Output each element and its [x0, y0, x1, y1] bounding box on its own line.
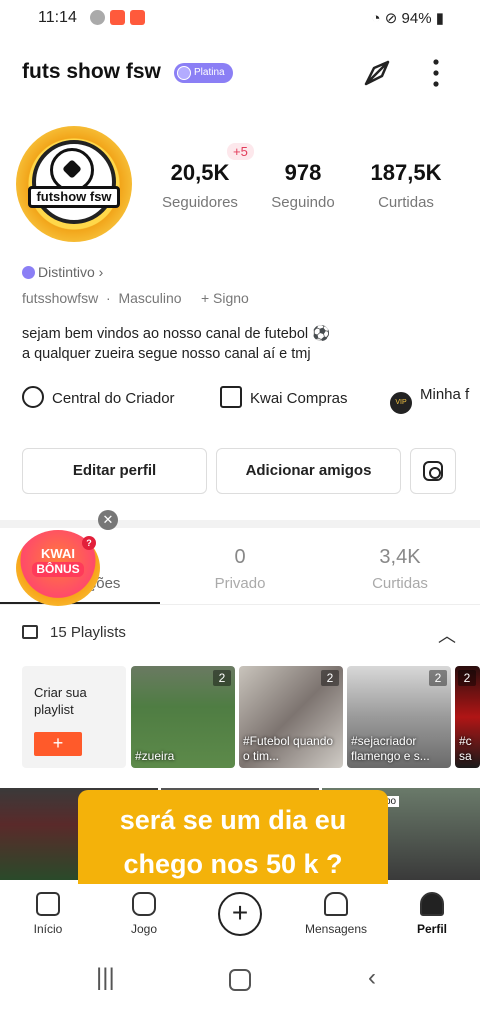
instagram-icon — [423, 461, 443, 481]
create-playlist-label: Criar sua playlist — [34, 685, 87, 717]
battery-icon: ▮ — [435, 10, 444, 27]
gender: Masculino — [118, 290, 182, 306]
create-post-button[interactable]: + — [218, 892, 262, 936]
playlist-caption: #zueira — [135, 749, 175, 763]
creator-center-shortcut[interactable]: Central do Criador — [22, 386, 175, 408]
system-nav-bar: ||| ‹ — [0, 950, 480, 1012]
bell-icon — [324, 892, 348, 916]
app-notification-icon — [90, 10, 105, 25]
profile-name: futs show fsw — [22, 60, 161, 83]
followers-label: Seguidores — [162, 194, 238, 211]
nav-profile[interactable]: Perfil — [392, 892, 472, 936]
avatar-label: futshow fsw — [28, 186, 120, 208]
playlist-thumb[interactable]: 2 #zueira — [131, 666, 235, 768]
nav-label: Início — [33, 922, 63, 936]
shortcut-label: Central do Criador — [52, 390, 175, 407]
likes-stat[interactable]: 187,5K Curtidas — [351, 160, 461, 211]
distintivo-icon — [22, 266, 35, 279]
playlist-caption: #c sa — [459, 734, 472, 763]
distintivo-label: Distintivo — [38, 264, 95, 280]
battery-level: 94% — [401, 10, 432, 27]
app-notification-icon — [110, 10, 125, 25]
nav-home[interactable]: Início — [8, 892, 88, 936]
following-stat[interactable]: 978 Seguindo — [248, 160, 358, 211]
following-count: 978 — [284, 160, 322, 185]
playlist-count: 2 — [429, 670, 447, 686]
create-playlist-card[interactable]: Criar sua playlist + — [22, 666, 126, 768]
playlist-thumb[interactable]: 2 #c sa — [455, 666, 480, 768]
kwai-bonus-badge: ? — [82, 536, 96, 550]
add-sign-link[interactable]: + Signo — [201, 290, 249, 306]
badge-label: Platina — [194, 67, 225, 78]
app-notification-icon — [130, 10, 145, 25]
playlist-thumb[interactable]: 2 #Futebol quando o tim... — [239, 666, 343, 768]
tab-label: Curtidas — [372, 575, 428, 592]
nav-game[interactable]: Jogo — [104, 892, 184, 936]
followers-delta-badge: +5 — [227, 143, 254, 160]
likes-label: Curtidas — [378, 194, 434, 211]
tab-likes[interactable]: 3,4K Curtidas — [320, 546, 480, 592]
likes-count: 187,5K — [370, 160, 442, 185]
close-icon[interactable]: ✕ — [98, 510, 118, 530]
nav-messages[interactable]: Mensagens — [296, 892, 376, 936]
home-button[interactable] — [229, 969, 251, 991]
instagram-button[interactable] — [410, 448, 456, 494]
tab-label: Privado — [214, 575, 266, 592]
nav-label: Perfil — [416, 922, 447, 936]
playlist-count: 2 — [321, 670, 339, 686]
nav-label: Jogo — [130, 922, 158, 936]
profile-icon — [420, 892, 444, 916]
share-icon[interactable] — [362, 58, 394, 88]
active-tab-indicator — [0, 602, 160, 604]
vip-icon: VIP — [390, 392, 412, 414]
add-playlist-button[interactable]: + — [34, 732, 82, 756]
playlist-caption: #sejacriador flamengo e s... — [351, 734, 430, 763]
avatar[interactable]: futshow fsw — [16, 126, 132, 242]
playlist-thumb[interactable]: 2 #sejacriador flamengo e s... — [347, 666, 451, 768]
followers-stat[interactable]: 20,5K Seguidores — [145, 160, 255, 211]
back-button[interactable]: ‹ — [368, 964, 376, 992]
home-icon — [36, 892, 60, 916]
wifi-icon: ◔ — [371, 10, 381, 27]
recent-apps-button[interactable]: ||| — [96, 964, 115, 992]
status-right: ◔ ⊘ 94% ▮ — [372, 9, 444, 27]
add-friends-button[interactable]: Adicionar amigos — [216, 448, 401, 494]
bio-text: sejam bem vindos ao nosso canal de futeb… — [22, 326, 331, 362]
handle: futsshowfsw — [22, 290, 99, 306]
platina-badge[interactable]: Platina — [174, 63, 233, 83]
kwai-bonus-widget[interactable]: KWAI BÔNUS ? — [16, 530, 100, 606]
shortcut-label: Minha f — [420, 386, 470, 403]
overlay-caption: será se um dia eu chego nos 50 k ? — [78, 790, 388, 896]
followers-count: 20,5K — [170, 160, 230, 185]
edit-profile-button[interactable]: Editar perfil — [22, 448, 207, 494]
kwai-shop-shortcut[interactable]: Kwai Compras — [220, 386, 348, 408]
distintivo-link[interactable]: Distintivo › — [22, 264, 103, 280]
shortcut-label: Kwai Compras — [250, 390, 348, 407]
playlist-count: 2 — [458, 670, 476, 686]
nav-label: Mensagens — [304, 922, 368, 936]
section-divider — [0, 520, 480, 528]
playlist-icon — [22, 625, 38, 639]
playlist-caption: #Futebol quando o tim... — [243, 734, 334, 763]
tab-count: 3,4K — [379, 546, 421, 568]
status-bar: 11:14 ◔ ⊘ 94% ▮ — [0, 0, 480, 38]
bolt-icon — [22, 386, 44, 408]
tab-count: 0 — [234, 546, 246, 568]
status-time: 11:14 — [38, 9, 77, 26]
playlists-header[interactable]: 15 Playlists — [22, 624, 126, 641]
following-label: Seguindo — [271, 194, 335, 211]
kwai-bonus-subtitle: BÔNUS — [32, 562, 84, 577]
vip-shortcut[interactable]: VIP Minha f — [390, 386, 469, 414]
tab-divider — [0, 604, 480, 605]
playlists-title: 15 Playlists — [50, 624, 126, 641]
profile-meta: futsshowfsw · Masculino + Signo — [22, 290, 249, 306]
tab-private[interactable]: 0 Privado — [160, 546, 320, 592]
gamepad-icon — [132, 892, 156, 916]
bag-icon — [220, 386, 242, 408]
playlist-count: 2 — [213, 670, 231, 686]
badge-icon — [177, 66, 191, 80]
more-options-icon[interactable] — [430, 58, 442, 88]
chevron-up-icon[interactable]: ︿ — [438, 622, 456, 648]
dnd-icon: ⊘ — [384, 10, 398, 27]
